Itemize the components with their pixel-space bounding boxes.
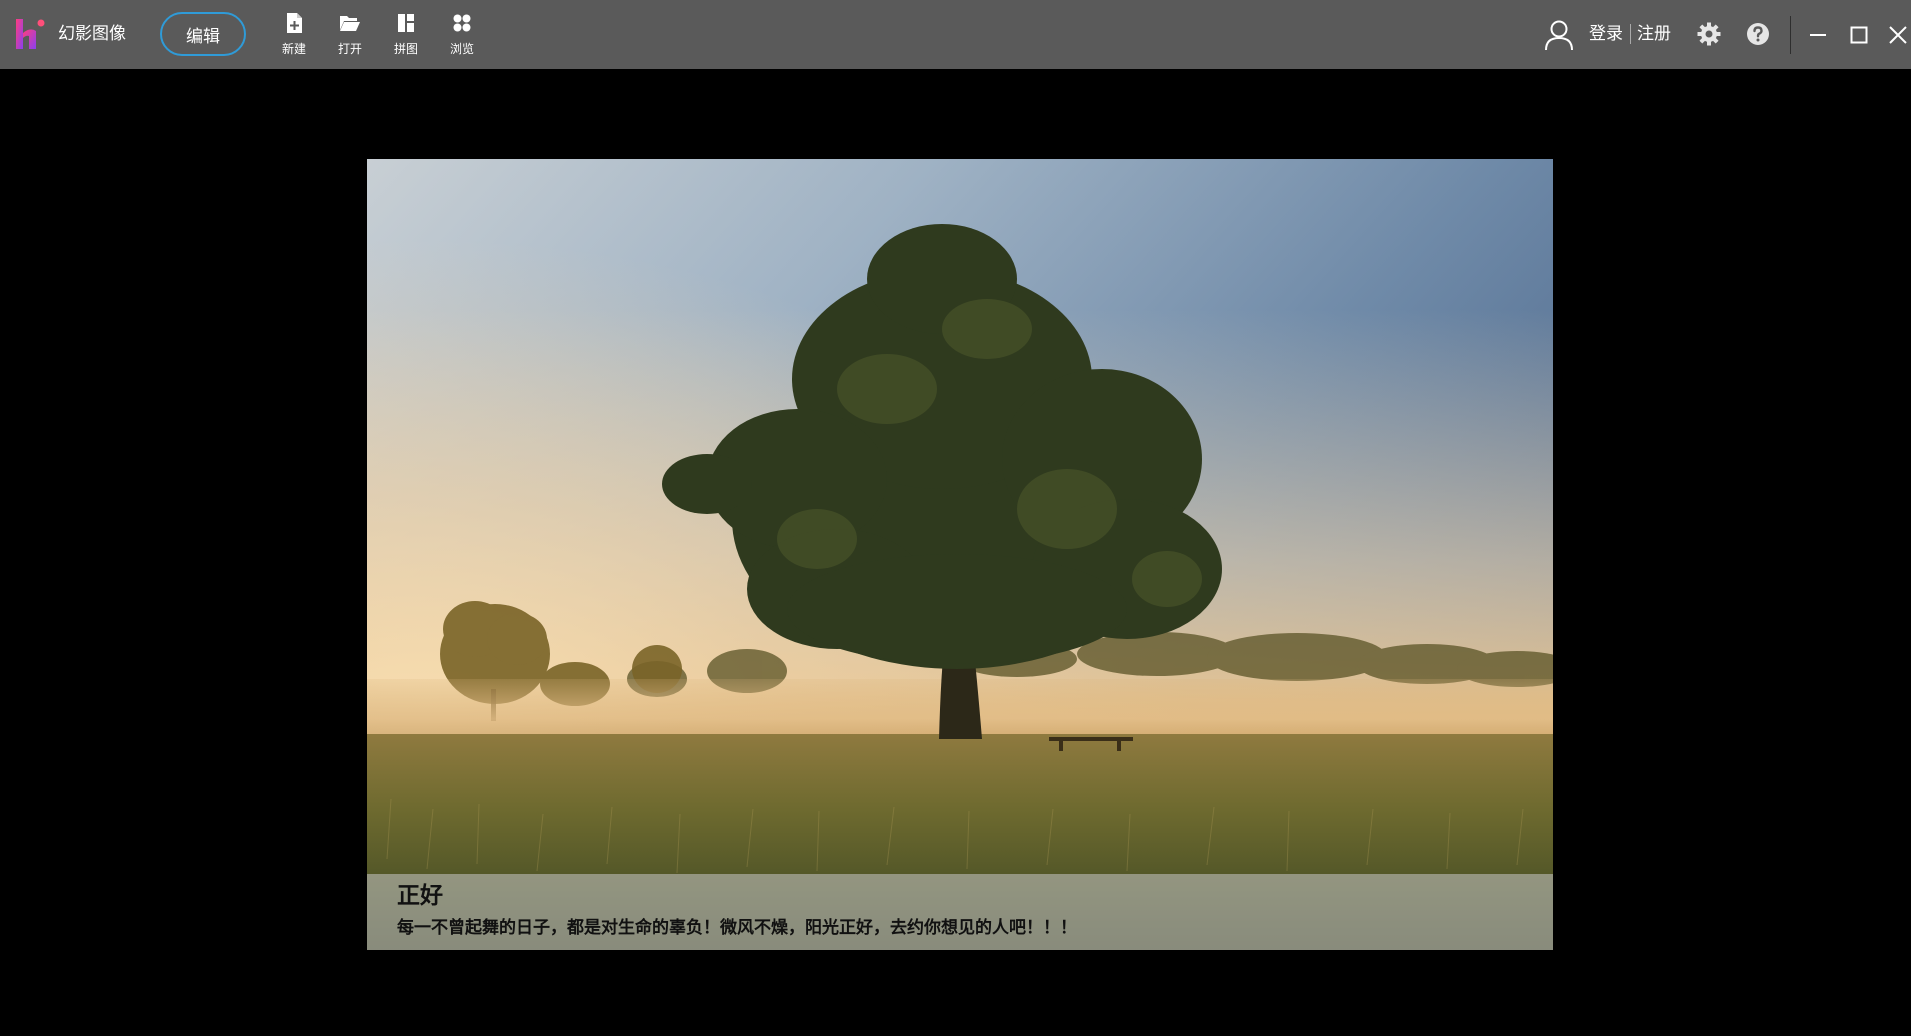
app-logo-icon [16, 19, 45, 49]
browse-label: 浏览 [449, 42, 474, 56]
collage-button[interactable]: 拼图 [378, 12, 434, 64]
image-viewer: 正好 每一不曾起舞的日子，都是对生命的辜负！微风不燥，阳光正好，去约你想见的人吧… [367, 159, 1553, 950]
title-bar: 幻影图像 编辑 新建 打开 拼图 浏览 登录 注册 [0, 0, 1911, 69]
user-avatar-icon[interactable] [1544, 19, 1574, 51]
landscape-photo [367, 159, 1553, 950]
collage-label: 拼图 [393, 42, 418, 56]
caption-title: 正好 [397, 883, 443, 909]
browse-grid-icon [453, 14, 471, 32]
close-icon[interactable] [1888, 25, 1908, 45]
open-label: 打开 [337, 42, 362, 56]
title-bar-divider [1790, 16, 1791, 54]
login-link[interactable]: 登录 [1589, 23, 1623, 45]
minimize-icon[interactable] [1809, 26, 1827, 44]
open-folder-icon [340, 16, 360, 31]
register-link[interactable]: 注册 [1637, 23, 1671, 45]
collage-icon [398, 14, 414, 32]
new-label: 新建 [281, 42, 306, 56]
new-file-icon [287, 13, 302, 33]
settings-icon[interactable] [1697, 22, 1721, 46]
new-button[interactable]: 新建 [266, 12, 322, 64]
caption-text: 每一不曾起舞的日子，都是对生命的辜负！微风不燥，阳光正好，去约你想见的人吧！！！ [397, 918, 1077, 938]
browse-button[interactable]: 浏览 [434, 12, 490, 64]
maximize-icon[interactable] [1850, 26, 1868, 44]
image-caption: 正好 每一不曾起舞的日子，都是对生命的辜负！微风不燥，阳光正好，去约你想见的人吧… [367, 874, 1553, 950]
auth-divider [1630, 24, 1631, 44]
edit-button[interactable]: 编辑 [160, 12, 246, 56]
open-button[interactable]: 打开 [322, 12, 378, 64]
app-title: 幻影图像 [58, 24, 126, 44]
help-icon[interactable] [1746, 22, 1770, 46]
